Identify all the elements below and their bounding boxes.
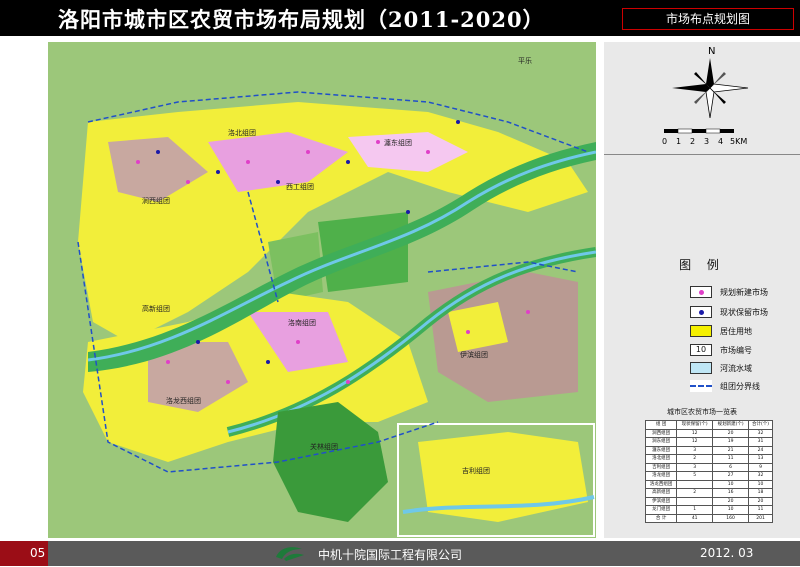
water-swatch [690,362,712,374]
table-row: 吉利组团 3 6 9 [644,462,773,472]
sheet-label: 市场布点规划图 [622,8,794,30]
map-label: 涧西组团 [142,197,170,205]
map-label: 洛龙西组团 [166,397,201,405]
scale-tick: 0 [662,137,667,146]
legend-item: 河流水域 [690,362,790,376]
map-label: 西工组团 [286,183,314,191]
north-label: N [708,46,715,57]
map-label: 高新组团 [142,305,170,313]
legend-title: 图 例 [679,258,725,272]
map-label: 洛北组团 [228,129,256,137]
table-row: 合 计 41 160 201 [644,513,773,523]
land-use-map[interactable]: 洛北组团 瀍东组团 涧西组团 西工组团 高新组团 洛南组团 伊滨组团 洛龙西组团… [48,42,596,538]
scale-tick: 4 [718,137,723,146]
scale-tick: 5KM [730,137,747,146]
map-label: 关林组团 [310,443,338,451]
scale-tick: 3 [704,137,709,146]
table-row: 洛龙西组团 10 10 [644,479,773,489]
company-logo-icon [272,543,308,563]
map-label: 伊滨组团 [460,351,488,359]
new-market-swatch [690,286,712,298]
map-label: 瀍东组团 [384,139,412,147]
legend-item: 规划新建市场 [690,286,790,300]
compass-panel: N 0 1 2 3 4 5KM [604,42,800,155]
table-row: 伊滨组团 20 20 [644,496,773,506]
scale-tick: 2 [690,137,695,146]
table-row: 涧东组团 12 19 31 [644,437,773,447]
table-header-row: 组 团 现状保留(个) 规划新建(个) 合计(个) [644,420,773,430]
legend-item: 10 市场编号 [690,344,790,358]
table-row: 洛龙组团 5 27 32 [644,471,773,481]
company-name: 中机十院国际工程有限公司 [318,548,463,562]
kept-market-swatch [690,306,712,318]
table-row: 龙门组团 1 10 11 [644,505,773,515]
map-label: 平乐 [518,57,532,65]
map-label: 吉利组团 [462,467,490,475]
table-row: 涧西组团 12 20 32 [644,428,773,438]
legend-item: 现状保留市场 [690,306,790,320]
table-title: 城市区农贸市场一览表 [667,408,737,416]
market-stats-table: 组 团 现状保留(个) 规划新建(个) 合计(个) 涧西组团 12 20 32 涧东组… [644,420,773,523]
map-canvas [48,42,596,538]
boundary-swatch [690,380,712,392]
table-row: 高新组团 2 16 18 [644,488,773,498]
residential-swatch [690,325,712,337]
page-number: 05 [30,546,46,560]
legend-item: 组团分界线 [690,380,790,394]
map-label: 洛南组团 [288,319,316,327]
table-row: 洛北组团 2 11 13 [644,454,773,464]
market-number-swatch: 10 [690,344,712,356]
table-row: 瀍东组团 3 21 24 [644,445,773,455]
page-title: 洛阳市城市区农贸市场布局规划（2011-2020） [58,7,545,32]
legend-item: 居住用地 [690,325,790,339]
scale-tick: 1 [676,137,681,146]
issue-date: 2012. 03 [700,546,754,560]
compass-rose-icon: N 0 1 2 3 4 5KM [662,46,749,146]
